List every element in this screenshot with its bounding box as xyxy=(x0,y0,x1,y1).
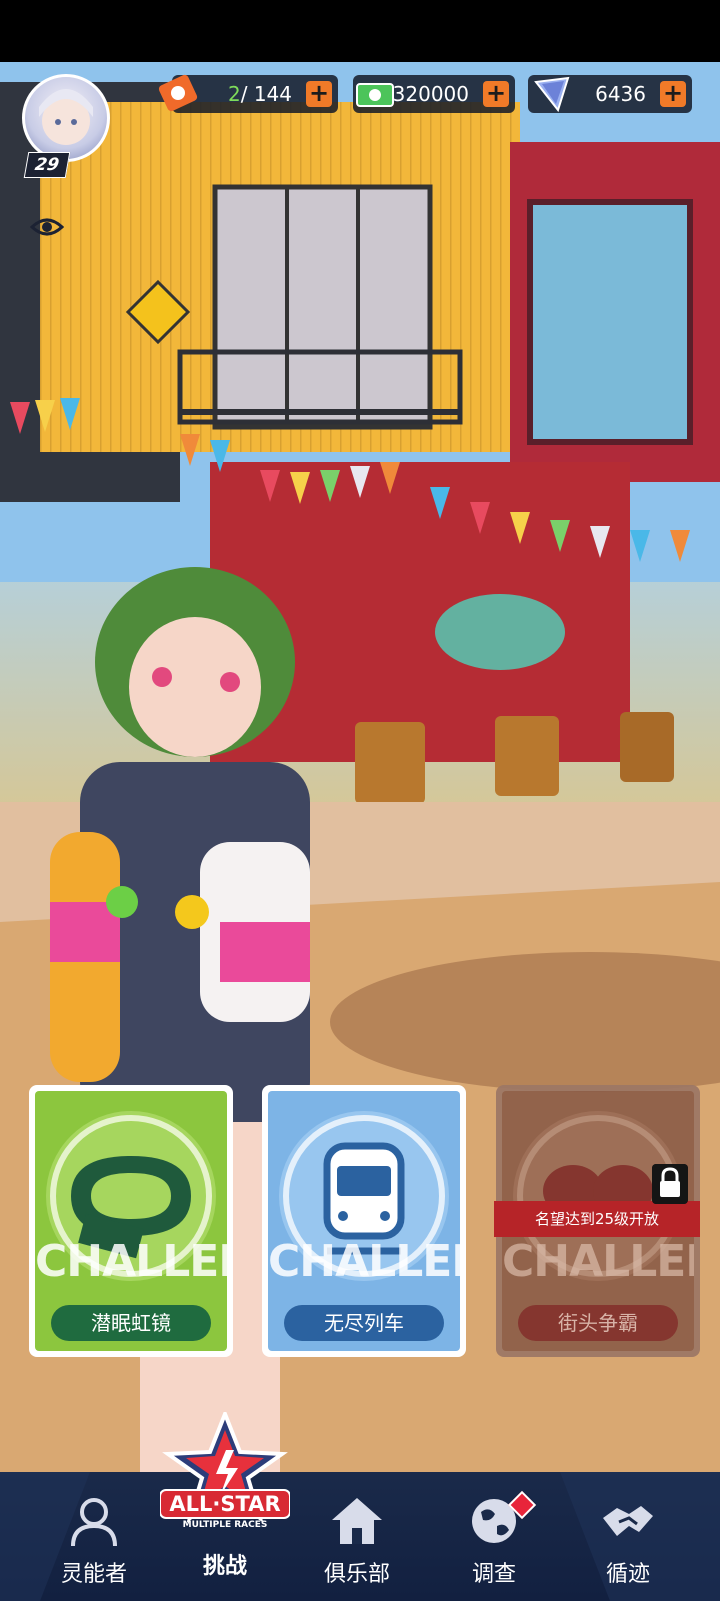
mode-label-street-fight: 街头争霸 xyxy=(518,1305,678,1341)
avatar-portrait-icon xyxy=(39,89,93,145)
lock-icon xyxy=(652,1164,688,1204)
nav-label: 俱乐部 xyxy=(323,1562,390,1587)
crystal-gem-icon xyxy=(534,76,570,113)
handshake-icon xyxy=(603,1506,653,1536)
card-body: CHALLENGE 潜眠虹镜 xyxy=(35,1091,227,1351)
mode-label-dream-mirror: 潜眠虹镜 xyxy=(51,1305,211,1341)
nav-item-trace[interactable]: 循迹 xyxy=(578,1472,678,1601)
mode-label-endless-train: 无尽列车 xyxy=(284,1305,444,1341)
home-icon xyxy=(332,1498,382,1544)
all-star-logo-text: ALL·STAR xyxy=(169,1492,280,1516)
nav-label: 灵能者 xyxy=(60,1562,127,1587)
stamina-current: 2 xyxy=(227,82,241,106)
add-cash-button[interactable]: + xyxy=(483,81,509,107)
card-watermark: CHALLENGE xyxy=(502,1236,694,1287)
nav-item-survey[interactable]: 调查 xyxy=(444,1472,544,1601)
locked-requirement-banner: 名望达到25级开放 xyxy=(494,1201,700,1237)
stamina-ticket-icon xyxy=(158,74,198,112)
player-avatar[interactable] xyxy=(22,74,110,162)
player-level-badge: 29 xyxy=(23,152,71,178)
eye-icon[interactable] xyxy=(30,216,64,238)
card-body: CHALLENGE 无尽列车 xyxy=(268,1091,460,1351)
stamina-counter: 2/ 144 + xyxy=(158,74,338,113)
card-watermark: CHALLENGE xyxy=(268,1236,460,1287)
person-icon xyxy=(71,1498,117,1547)
all-star-logo-icon[interactable]: ALL·STAR MULTIPLE RACES xyxy=(160,1412,290,1540)
add-gem-button[interactable]: + xyxy=(660,81,686,107)
card-watermark: CHALLENGE xyxy=(35,1236,227,1287)
mode-card-dream-mirror[interactable]: CHALLENGE 潜眠虹镜 xyxy=(29,1085,233,1357)
nav-item-club[interactable]: 俱乐部 xyxy=(307,1472,407,1601)
cash-value: 320000 xyxy=(392,82,469,106)
add-stamina-button[interactable]: + xyxy=(306,81,332,107)
cash-counter: 320000 + xyxy=(353,75,515,113)
mode-card-endless-train[interactable]: CHALLENGE 无尽列车 xyxy=(262,1085,466,1357)
status-bar xyxy=(0,0,720,62)
nav-label: 调查 xyxy=(471,1562,516,1587)
nav-label: 挑战 xyxy=(202,1554,247,1579)
gem-value: 6436 xyxy=(595,82,646,106)
stamina-max: / 144 xyxy=(240,82,292,106)
gem-counter: 6436 + xyxy=(528,75,692,113)
all-star-logo-subtext: MULTIPLE RACES xyxy=(183,1520,268,1530)
nav-label: 循迹 xyxy=(605,1562,650,1587)
stamina-value: 2/ 144 xyxy=(228,75,292,113)
game-screen: 29 2/ 144 + 320000 + 6436 + CHALLE 潜眠虹镜 … xyxy=(0,0,720,1601)
nav-item-psychic[interactable]: 灵能者 xyxy=(44,1472,144,1601)
